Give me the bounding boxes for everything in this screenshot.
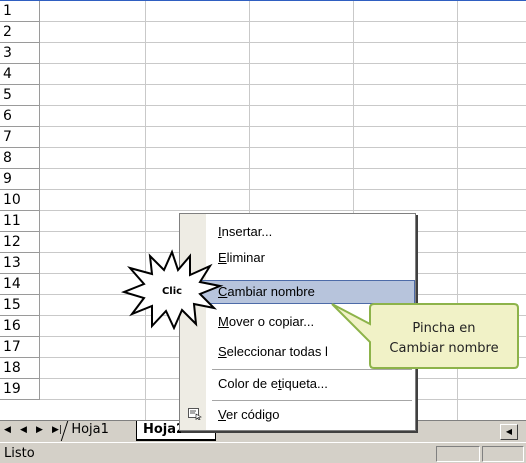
row-header[interactable]: 6 [0,106,40,127]
row-header[interactable]: 16 [0,316,40,337]
menu-separator [212,400,412,401]
sheet-tab-hoja1[interactable]: Hoja1 [60,421,142,441]
sheet-row[interactable]: 7 [0,127,526,148]
sheet-row[interactable]: 6 [0,106,526,127]
nav-last-icon[interactable]: ▶| [52,425,62,435]
row-header[interactable]: 2 [0,22,40,43]
sheet-row[interactable]: 1 [0,1,526,22]
row-header[interactable]: 13 [0,253,40,274]
view-code-icon [188,408,202,420]
callout-line-1: Pincha en [412,321,475,336]
sheet-row[interactable]: 5 [0,85,526,106]
menu-item-color-etiqueta[interactable]: Color de etiqueta... [180,372,415,396]
scroll-left-icon[interactable]: ◀ [500,424,518,440]
sheet-row[interactable]: 10 [0,190,526,211]
row-header[interactable]: 10 [0,190,40,211]
row-header[interactable]: 8 [0,148,40,169]
menu-item-insertar[interactable]: Insertar... [180,220,415,244]
click-label: Clic [162,286,182,297]
nav-prev-icon[interactable]: ◀ [20,425,27,435]
row-header[interactable]: 17 [0,337,40,358]
row-header[interactable]: 14 [0,274,40,295]
row-header[interactable]: 15 [0,295,40,316]
row-header[interactable]: 3 [0,43,40,64]
row-header[interactable]: 19 [0,379,40,400]
callout-line-2: Cambiar nombre [389,341,498,356]
nav-first-icon[interactable]: ◀ [4,425,11,435]
status-panel [436,446,480,462]
nav-next-icon[interactable]: ▶ [36,425,43,435]
row-header[interactable]: 1 [0,1,40,22]
row-header[interactable]: 9 [0,169,40,190]
row-header[interactable]: 11 [0,211,40,232]
sheet-row[interactable]: 3 [0,43,526,64]
status-text: Listo [4,446,35,461]
row-header[interactable]: 4 [0,64,40,85]
status-bar: Listo [0,442,526,463]
instruction-callout: Pincha en Cambiar nombre [331,303,519,369]
row-header[interactable]: 5 [0,85,40,106]
sheet-row[interactable]: 2 [0,22,526,43]
row-header[interactable]: 7 [0,127,40,148]
row-header[interactable]: 18 [0,358,40,379]
sheet-row[interactable]: 9 [0,169,526,190]
click-starburst: Clic [120,249,224,330]
sheet-row[interactable]: 8 [0,148,526,169]
sheet-row[interactable]: 4 [0,64,526,85]
sheet-tab-label: Hoja1 [71,422,109,437]
status-panel [482,446,524,462]
menu-item-ver-codigo[interactable]: Ver código [180,403,415,427]
row-header[interactable]: 12 [0,232,40,253]
